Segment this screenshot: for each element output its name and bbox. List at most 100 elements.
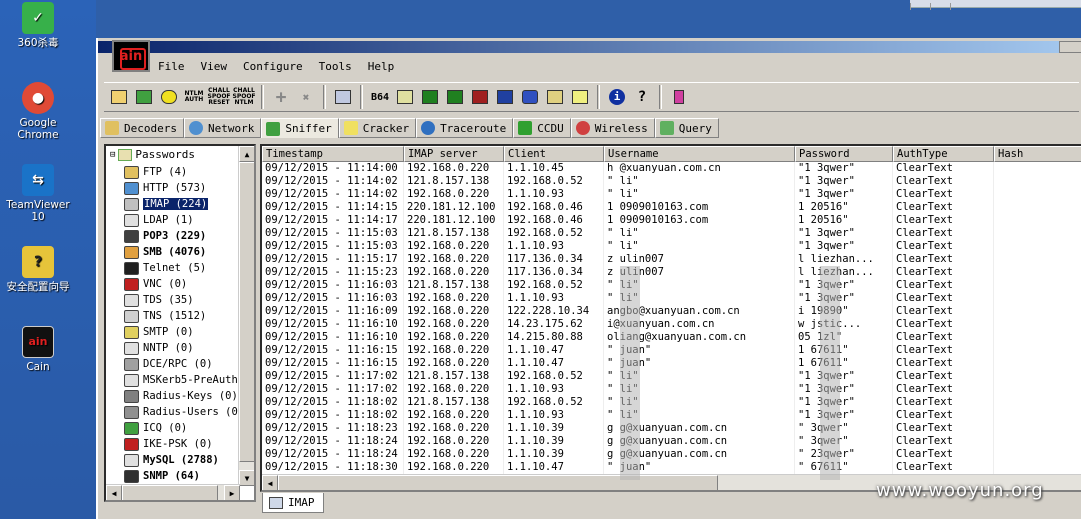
table-row[interactable]: 09/12/2015 - 11:16:03 192.168.0.220 1.1.10… xyxy=(262,292,1081,305)
table-row[interactable]: 09/12/2015 - 11:14:02 192.168.0.220 1.1.10… xyxy=(262,188,1081,201)
table-row[interactable]: 09/12/2015 - 11:15:17 192.168.0.220 117.13… xyxy=(262,253,1081,266)
chall-spoof-ntlm-button[interactable]: CHALL SPOOF NTLM xyxy=(233,86,256,108)
tab-cracker[interactable]: Cracker xyxy=(338,118,417,138)
menu-file[interactable]: File xyxy=(156,60,187,76)
exit-button[interactable] xyxy=(668,86,690,108)
table-row[interactable]: 09/12/2015 - 11:16:10 192.168.0.220 14.215… xyxy=(262,331,1081,344)
remove-button[interactable]: ✖ xyxy=(295,86,317,108)
desktop-icon-chrome[interactable]: ● Google Chrome xyxy=(2,82,74,141)
table-row[interactable]: 09/12/2015 - 11:14:02 121.8.157.138 192.16… xyxy=(262,175,1081,188)
tree-item[interactable]: VNC (0) xyxy=(124,276,187,292)
scroll-thumb-h[interactable] xyxy=(122,485,218,500)
help-button[interactable]: ? xyxy=(631,86,653,108)
table-row[interactable]: 09/12/2015 - 11:15:23 192.168.0.220 117.13… xyxy=(262,266,1081,279)
terminal-button[interactable] xyxy=(519,86,541,108)
table-scroll-thumb[interactable] xyxy=(278,475,718,490)
menu-help[interactable]: Help xyxy=(366,60,397,76)
tab-sniffer[interactable]: Sniffer xyxy=(261,118,339,138)
column-hash[interactable]: Hash xyxy=(994,146,1081,162)
table-row[interactable]: 09/12/2015 - 11:14:15 220.181.12.100 192.1… xyxy=(262,201,1081,214)
menu-view[interactable]: View xyxy=(199,60,230,76)
column-password[interactable]: Password xyxy=(795,146,893,162)
tree-item[interactable]: MySQL (2788) xyxy=(124,452,219,468)
menu-tools[interactable]: Tools xyxy=(317,60,354,76)
column-timestamp[interactable]: Timestamp xyxy=(262,146,404,162)
table-row[interactable]: 09/12/2015 - 11:16:09 192.168.0.220 122.22… xyxy=(262,305,1081,318)
table-row[interactable]: 09/12/2015 - 11:16:15 192.168.0.220 1.1.10… xyxy=(262,357,1081,370)
tab-ccdu[interactable]: CCDU xyxy=(513,118,571,138)
title-bar[interactable] xyxy=(98,41,1081,53)
tree-item[interactable]: Telnet (5) xyxy=(124,260,206,276)
tree-root-passwords[interactable]: ⊟ Passwords xyxy=(110,148,195,161)
tree-item[interactable]: TNS (1512) xyxy=(124,308,206,324)
table-row[interactable]: 09/12/2015 - 11:18:02 121.8.157.138 192.16… xyxy=(262,396,1081,409)
table-row[interactable]: 09/12/2015 - 11:17:02 192.168.0.220 1.1.10… xyxy=(262,383,1081,396)
tree-item[interactable]: NNTP (0) xyxy=(124,340,194,356)
scroll-right-button[interactable]: ▶ xyxy=(224,485,240,500)
scroll-up-button[interactable]: ▲ xyxy=(239,146,254,162)
table-row[interactable]: 09/12/2015 - 11:16:10 192.168.0.220 14.23.… xyxy=(262,318,1081,331)
table-row[interactable]: 09/12/2015 - 11:15:03 192.168.0.220 1.1.10… xyxy=(262,240,1081,253)
minimize-button[interactable] xyxy=(1059,41,1081,53)
tab-imap[interactable]: IMAP xyxy=(262,493,324,513)
tab-network[interactable]: Network xyxy=(183,118,262,138)
table-row[interactable]: 09/12/2015 - 11:18:30 192.168.0.220 1.1.10… xyxy=(262,461,1081,474)
tree-item[interactable]: IKE-PSK (0) xyxy=(124,436,213,452)
open-folder-button[interactable] xyxy=(108,86,130,108)
rdp-button[interactable] xyxy=(469,86,491,108)
passwords-tree[interactable]: ⊟ Passwords FTP (4) HTTP (573) IMAP (224) L… xyxy=(104,144,256,502)
start-apr-button[interactable] xyxy=(158,86,180,108)
table-row[interactable]: 09/12/2015 - 11:18:24 192.168.0.220 1.1.10… xyxy=(262,448,1081,461)
table-row[interactable]: 09/12/2015 - 11:14:17 220.181.12.100 192.1… xyxy=(262,214,1081,227)
tree-item[interactable]: Radius-Users (0) xyxy=(124,404,244,420)
desktop-icon-wizard[interactable]: ? 安全配置向导 xyxy=(2,246,74,293)
hash-calculator-button[interactable] xyxy=(394,86,416,108)
tree-vertical-scrollbar[interactable]: ▲ ▼ xyxy=(238,146,254,486)
tab-wireless[interactable]: Wireless xyxy=(570,118,655,138)
tree-item[interactable]: SMTP (0) xyxy=(124,324,194,340)
table-row[interactable]: 09/12/2015 - 11:16:03 121.8.157.138 192.16… xyxy=(262,279,1081,292)
table-row[interactable]: 09/12/2015 - 11:18:23 192.168.0.220 1.1.10… xyxy=(262,422,1081,435)
tree-horizontal-scrollbar[interactable]: ◀ ▶ xyxy=(106,484,240,500)
table-row[interactable]: 09/12/2015 - 11:18:02 192.168.0.220 1.1.10… xyxy=(262,409,1081,422)
column-imap-server[interactable]: IMAP server xyxy=(404,146,504,162)
tree-item[interactable]: TDS (35) xyxy=(124,292,194,308)
base64-button[interactable]: B64 xyxy=(369,86,391,108)
start-sniffer-button[interactable] xyxy=(133,86,155,108)
scroll-down-button[interactable]: ▼ xyxy=(239,470,254,486)
vpn-button[interactable] xyxy=(444,86,466,108)
add-button[interactable]: + xyxy=(270,86,292,108)
tree-item[interactable]: HTTP (573) xyxy=(124,180,206,196)
menu-configure[interactable]: Configure xyxy=(241,60,305,76)
tree-item[interactable]: SMB (4076) xyxy=(124,244,206,260)
scroll-thumb[interactable] xyxy=(239,162,254,462)
table-row[interactable]: 09/12/2015 - 11:16:15 192.168.0.220 1.1.10… xyxy=(262,344,1081,357)
tree-item[interactable]: FTP (4) xyxy=(124,164,187,180)
tree-item[interactable]: POP3 (229) xyxy=(124,228,206,244)
tab-traceroute[interactable]: Traceroute xyxy=(416,118,514,138)
search-button[interactable] xyxy=(569,86,591,108)
imap-credentials-table[interactable]: Timestamp IMAP server Client Username Pa… xyxy=(260,144,1081,492)
column-username[interactable]: Username xyxy=(604,146,795,162)
tab-query[interactable]: Query xyxy=(654,118,719,138)
desktop-icon-360[interactable]: ✓ 360杀毒 xyxy=(2,2,74,49)
tree-item[interactable]: ICQ (0) xyxy=(124,420,187,436)
tree-item[interactable]: Radius-Keys (0) xyxy=(124,388,238,404)
tab-decoders[interactable]: Decoders xyxy=(100,118,184,138)
tree-item[interactable]: IMAP (224) xyxy=(124,196,209,212)
desktop-icon-cain[interactable]: ain Cain xyxy=(2,326,74,373)
scroll-left-button[interactable]: ◀ xyxy=(106,485,122,500)
tree-item[interactable]: LDAP (1) xyxy=(124,212,194,228)
table-row[interactable]: 09/12/2015 - 11:18:24 192.168.0.220 1.1.10… xyxy=(262,435,1081,448)
desktop-icon-teamviewer[interactable]: ⇆ TeamViewer 10 xyxy=(2,164,74,223)
box-revealer-button[interactable] xyxy=(494,86,516,108)
chall-spoof-reset-button[interactable]: CHALL SPOOF RESET xyxy=(208,86,231,108)
tree-item[interactable]: MSKerb5-PreAuth xyxy=(124,372,238,388)
table-scroll-left-button[interactable]: ◀ xyxy=(262,475,278,490)
ntlm-auth-button[interactable]: NTLM AUTH xyxy=(183,86,205,108)
key-button[interactable] xyxy=(544,86,566,108)
table-row[interactable]: 09/12/2015 - 11:15:03 121.8.157.138 192.16… xyxy=(262,227,1081,240)
info-button[interactable]: i xyxy=(606,86,628,108)
column-client[interactable]: Client xyxy=(504,146,604,162)
column-authtype[interactable]: AuthType xyxy=(893,146,994,162)
